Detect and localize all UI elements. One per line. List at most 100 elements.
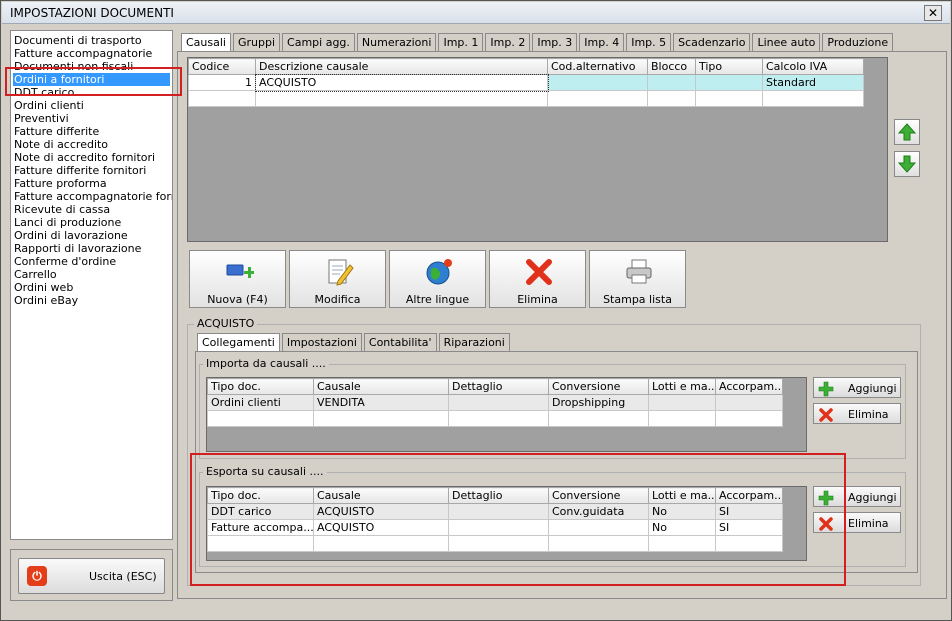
new-record-icon — [226, 264, 254, 278]
list-item[interactable]: Conferme d'ordine — [14, 255, 172, 268]
table-cell[interactable] — [448, 394, 549, 411]
new-button[interactable]: Nuova (F4) — [189, 250, 286, 308]
list-item[interactable]: Fatture accompagnatorie — [14, 47, 172, 60]
column-header[interactable]: Codice — [188, 58, 256, 75]
table-cell[interactable] — [695, 74, 763, 91]
subtab-1[interactable]: Impostazioni — [281, 333, 362, 351]
title-bar: IMPOSTAZIONI DOCUMENTI ✕ — [2, 2, 950, 24]
list-item[interactable]: Fatture differite — [14, 125, 172, 138]
column-header[interactable]: Tipo — [695, 58, 763, 75]
exit-panel: ⏻ Uscita (ESC) — [10, 549, 173, 601]
print-list-button[interactable]: Stampa lista — [589, 250, 686, 308]
table-cell[interactable] — [715, 394, 783, 411]
table-cell[interactable] — [448, 410, 549, 427]
list-item[interactable]: Documenti di trasporto — [14, 34, 172, 47]
column-header[interactable]: Causale — [313, 378, 449, 395]
list-item[interactable]: Ordini web — [14, 281, 172, 294]
list-item[interactable]: Preventivi — [14, 112, 172, 125]
tab-9[interactable]: Scadenzario — [673, 33, 751, 51]
tab-8[interactable]: Imp. 5 — [626, 33, 672, 51]
column-header[interactable]: Cod.alternativo — [547, 58, 648, 75]
table-cell[interactable] — [548, 410, 649, 427]
table-cell[interactable]: Ordini clienti — [207, 394, 314, 411]
tab-3[interactable]: Numerazioni — [356, 33, 437, 51]
tab-5[interactable]: Imp. 2 — [485, 33, 531, 51]
edit-button[interactable]: Modifica — [289, 250, 386, 308]
tab-1[interactable]: Gruppi — [232, 33, 281, 51]
column-header[interactable]: Blocco — [647, 58, 696, 75]
move-up-button[interactable] — [894, 119, 920, 145]
main-tabs: Causali Gruppi Campi agg. Numerazioni Imp. 1… — [181, 33, 895, 52]
list-item[interactable]: Lanci di produzione — [14, 216, 172, 229]
table-cell[interactable]: VENDITA — [313, 394, 449, 411]
close-button[interactable]: ✕ — [924, 5, 942, 21]
tab-11[interactable]: Produzione — [822, 33, 894, 51]
subtab-2[interactable]: Contabilita' — [363, 333, 437, 351]
list-item[interactable]: Ordini clienti — [14, 99, 172, 112]
list-item[interactable]: Carrello — [14, 268, 172, 281]
subtab-0[interactable]: Collegamenti — [197, 333, 280, 352]
column-header[interactable]: Lotti e ma... — [648, 378, 716, 395]
table-cell[interactable] — [647, 74, 696, 91]
table-row[interactable]: Ordini clienti VENDITA Dropshipping — [207, 394, 783, 411]
column-header[interactable]: Descrizione causale — [255, 58, 548, 75]
move-down-button[interactable] — [894, 151, 920, 177]
import-delete-button[interactable]: Elimina — [813, 403, 901, 424]
list-item[interactable]: Note di accredito fornitori — [14, 151, 172, 164]
tab-10[interactable]: Linee auto — [752, 33, 821, 51]
column-header[interactable]: Tipo doc. — [207, 378, 314, 395]
tab-4[interactable]: Imp. 1 — [438, 33, 484, 51]
other-languages-button[interactable]: Altre lingue — [389, 250, 486, 308]
plus-icon — [818, 381, 834, 397]
tab-6[interactable]: Imp. 3 — [532, 33, 578, 51]
arrow-down-icon — [898, 155, 916, 173]
tab-0[interactable]: Causali — [181, 33, 231, 52]
list-item[interactable]: Fatture differite fornitori — [14, 164, 172, 177]
delete-button[interactable]: Elimina — [489, 250, 586, 308]
table-cell[interactable] — [648, 410, 716, 427]
window-title: IMPOSTAZIONI DOCUMENTI — [10, 6, 174, 20]
list-item[interactable]: Ricevute di cassa — [14, 203, 172, 216]
table-cell[interactable] — [715, 410, 783, 427]
list-item[interactable]: Fatture proforma — [14, 177, 172, 190]
delete-icon — [819, 408, 833, 422]
column-header[interactable]: Accorpam... — [715, 378, 783, 395]
table-cell[interactable]: 1 — [188, 74, 256, 91]
table-cell[interactable] — [695, 90, 763, 107]
list-item[interactable]: Rapporti di lavorazione — [14, 242, 172, 255]
list-item[interactable]: Ordini eBay — [14, 294, 172, 307]
table-cell[interactable] — [647, 90, 696, 107]
import-add-button[interactable]: Aggiungi — [813, 377, 901, 398]
table-cell[interactable] — [188, 90, 256, 107]
table-cell[interactable] — [255, 90, 548, 107]
edit-document-icon — [328, 259, 354, 286]
printer-icon — [626, 259, 652, 284]
table-cell[interactable]: ACQUISTO — [254, 73, 549, 92]
table-cell[interactable] — [207, 410, 314, 427]
table-row[interactable] — [207, 410, 783, 427]
exit-button[interactable]: ⏻ Uscita (ESC) — [18, 558, 165, 594]
table-cell[interactable] — [313, 410, 449, 427]
list-item[interactable]: Note di accredito — [14, 138, 172, 151]
table-cell[interactable]: Standard — [762, 74, 864, 91]
table-cell[interactable] — [762, 90, 864, 107]
import-grid: Tipo doc. Causale Dettaglio Conversione Lott… — [206, 377, 807, 452]
table-cell[interactable] — [648, 394, 716, 411]
table-row[interactable]: 1 ACQUISTO Standard — [188, 73, 864, 92]
table-cell[interactable] — [547, 90, 648, 107]
list-item[interactable]: Ordini di lavorazione — [14, 229, 172, 242]
tab-7[interactable]: Imp. 4 — [579, 33, 625, 51]
annotation-box-list — [5, 67, 182, 96]
tab-2[interactable]: Campi agg. — [282, 33, 355, 51]
column-header[interactable]: Calcolo IVA — [762, 58, 864, 75]
detail-title: ACQUISTO — [194, 317, 258, 330]
column-header[interactable]: Conversione — [548, 378, 649, 395]
subtab-3[interactable]: Riparazioni — [438, 333, 510, 351]
table-cell[interactable] — [547, 74, 648, 91]
table-cell[interactable]: Dropshipping — [548, 394, 649, 411]
list-item[interactable]: Fatture accompagnatorie fornito — [14, 190, 172, 203]
table-row[interactable] — [188, 90, 864, 107]
globe-icon — [426, 259, 452, 285]
column-header[interactable]: Dettaglio — [448, 378, 549, 395]
annotation-box-export — [190, 453, 846, 586]
